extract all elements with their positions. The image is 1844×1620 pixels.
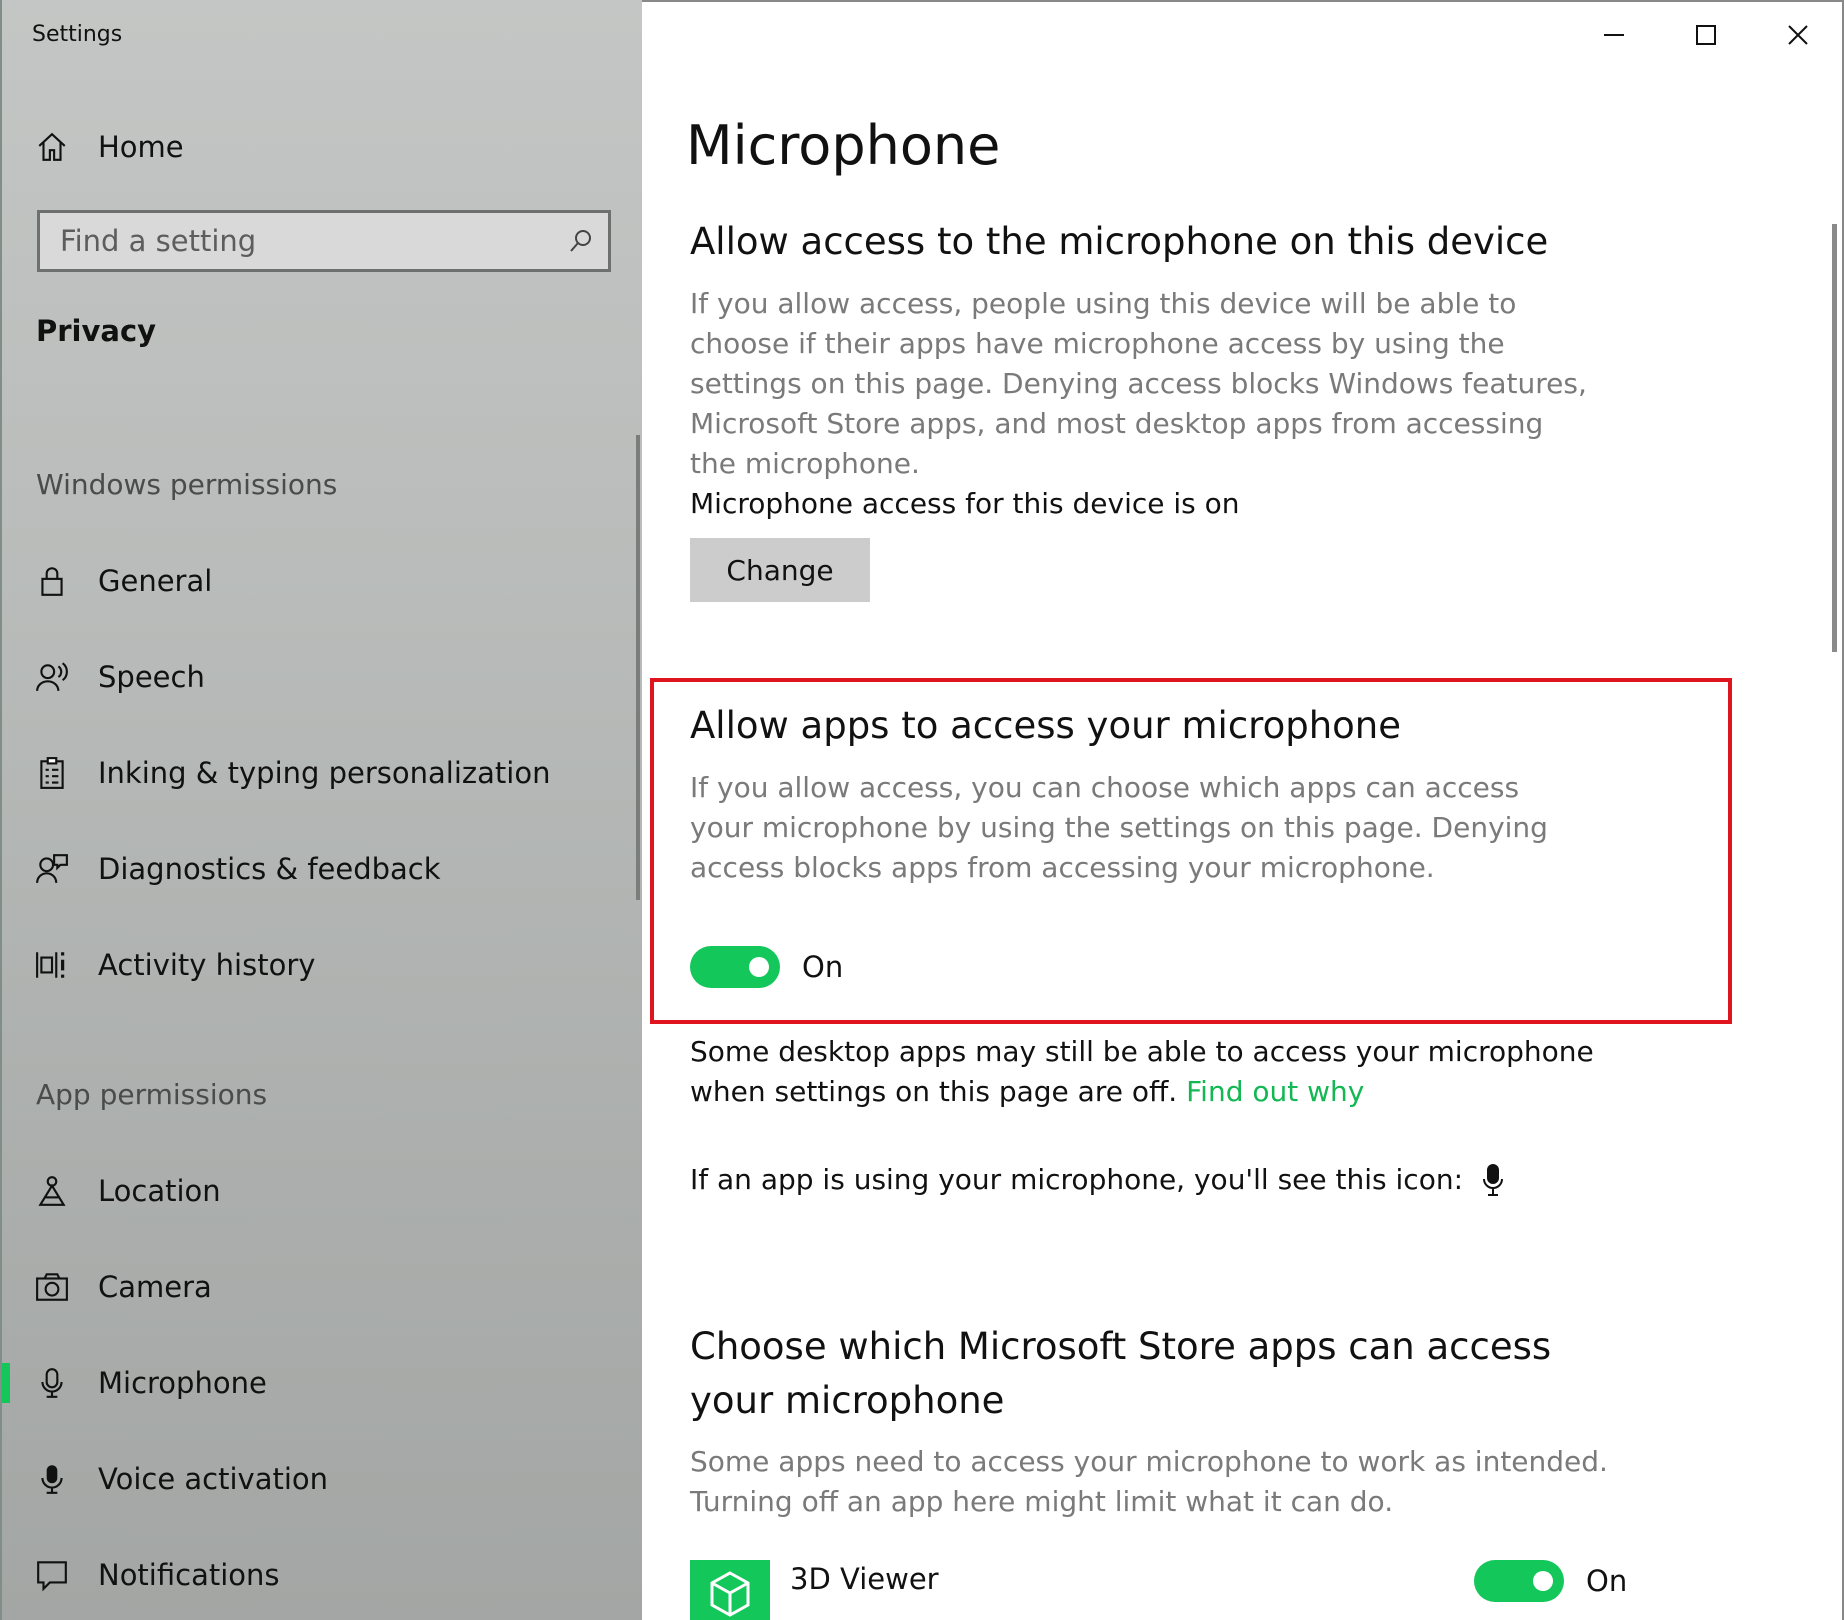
sidebar-item-voice-activation[interactable]: Voice activation <box>32 1451 612 1507</box>
desktop-apps-note-text: Some desktop apps may still be able to a… <box>690 1035 1594 1108</box>
apps-access-toggle-label: On <box>802 950 844 984</box>
apps-access-title: Allow apps to access your microphone <box>690 704 1402 747</box>
sidebar-item-notifications[interactable]: Notifications <box>32 1547 612 1603</box>
page-title: Microphone <box>686 114 1001 177</box>
activity-icon <box>32 945 72 985</box>
search-box <box>37 210 611 272</box>
mic-icon-note: If an app is using your microphone, you'… <box>690 1160 1507 1200</box>
main-content: Microphone Allow access to the microphon… <box>642 0 1844 1620</box>
notifications-icon <box>32 1555 72 1595</box>
sidebar-item-location[interactable]: Location <box>32 1163 612 1219</box>
sidebar-scrollbar[interactable] <box>636 435 640 900</box>
change-button[interactable]: Change <box>690 538 870 602</box>
maximize-button[interactable] <box>1660 2 1752 68</box>
sidebar-item-speech[interactable]: Speech <box>32 649 612 705</box>
apps-access-description: If you allow access, you can choose whic… <box>690 771 1548 884</box>
microphone-icon <box>32 1363 72 1403</box>
app-row: 3D Viewer On <box>690 1560 1650 1620</box>
sidebar-item-label: Voice activation <box>98 1462 329 1496</box>
location-icon <box>32 1171 72 1211</box>
camera-icon <box>32 1267 72 1307</box>
sidebar-item-microphone[interactable]: Microphone <box>2 1355 612 1411</box>
device-access-status: Microphone access for this device is on <box>690 487 1240 520</box>
store-apps-title: Choose which Microsoft Store apps can ac… <box>690 1325 1552 1422</box>
section-title-privacy: Privacy <box>36 314 157 348</box>
close-icon <box>1788 25 1808 45</box>
clipboard-icon <box>32 753 72 793</box>
sidebar-item-label: Location <box>98 1174 221 1208</box>
app-access-toggle-label: On <box>1586 1564 1628 1598</box>
apps-access-toggle[interactable] <box>690 946 780 988</box>
speech-icon <box>32 657 72 697</box>
device-access-description: If you allow access, people using this d… <box>690 287 1587 480</box>
sidebar-item-label: Home <box>98 130 184 164</box>
main-scrollbar[interactable] <box>1832 224 1837 652</box>
sidebar-item-inking-typing[interactable]: Inking & typing personalization <box>32 745 612 801</box>
sidebar-item-label: Notifications <box>98 1558 280 1592</box>
mic-icon-note-text: If an app is using your microphone, you'… <box>690 1163 1464 1196</box>
lock-icon <box>32 561 72 601</box>
sidebar-item-general[interactable]: General <box>32 553 612 609</box>
sidebar-item-label: Speech <box>98 660 205 694</box>
minimize-button[interactable] <box>1568 2 1660 68</box>
diagnostics-icon <box>32 849 72 889</box>
microphone-indicator-icon <box>1481 1160 1507 1200</box>
sidebar-item-label: Diagnostics & feedback <box>98 852 441 886</box>
voice-activation-icon <box>32 1459 72 1499</box>
app-name: 3D Viewer <box>790 1562 939 1596</box>
sidebar-item-label: Activity history <box>98 948 316 982</box>
toggle-knob <box>749 957 769 977</box>
search-input[interactable] <box>40 213 554 269</box>
sidebar-item-home[interactable]: Home <box>32 122 592 172</box>
sidebar-item-label: Inking & typing personalization <box>98 756 551 790</box>
sidebar: Settings Home Privacy Windows permission… <box>0 0 642 1620</box>
group-title-app-permissions: App permissions <box>36 1078 268 1111</box>
group-title-windows-permissions: Windows permissions <box>36 468 338 501</box>
store-apps-description: Some apps need to access your microphone… <box>690 1445 1608 1518</box>
sidebar-item-activity-history[interactable]: Activity history <box>32 937 612 993</box>
maximize-icon <box>1696 25 1716 45</box>
search-icon[interactable] <box>554 213 608 269</box>
app-title: Settings <box>32 22 123 47</box>
sidebar-item-camera[interactable]: Camera <box>32 1259 612 1315</box>
sidebar-item-label: Microphone <box>98 1366 267 1400</box>
find-out-why-link[interactable]: Find out why <box>1186 1075 1364 1108</box>
minimize-icon <box>1604 34 1624 36</box>
toggle-knob <box>1533 1571 1553 1591</box>
sidebar-item-diagnostics[interactable]: Diagnostics & feedback <box>32 841 612 897</box>
sidebar-item-label: General <box>98 564 213 598</box>
home-icon <box>32 127 72 167</box>
sidebar-item-label: Camera <box>98 1270 212 1304</box>
app-access-toggle[interactable] <box>1474 1560 1564 1602</box>
3d-viewer-icon <box>690 1560 770 1620</box>
desktop-apps-note: Some desktop apps may still be able to a… <box>690 1032 1650 1112</box>
close-button[interactable] <box>1752 2 1844 68</box>
device-access-title: Allow access to the microphone on this d… <box>690 220 1549 263</box>
